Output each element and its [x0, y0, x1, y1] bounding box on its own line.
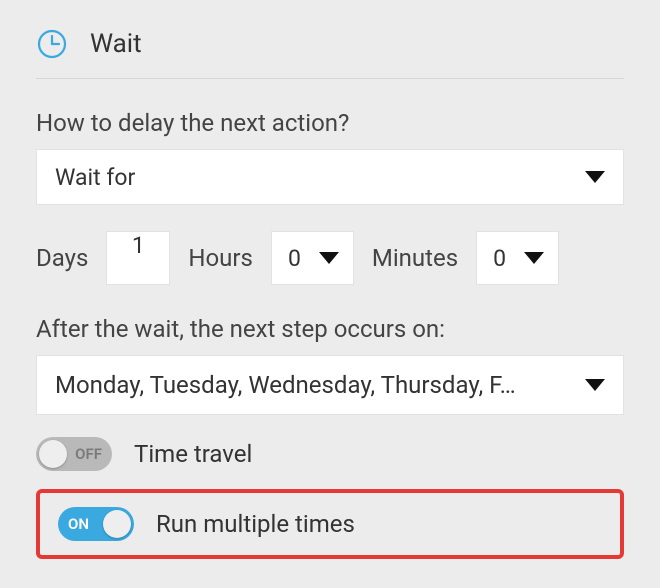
run-multiple-highlight: ON Run multiple times	[36, 489, 624, 559]
toggle-knob	[39, 440, 67, 468]
chevron-down-icon	[319, 252, 339, 264]
run-multiple-row: ON Run multiple times	[58, 507, 602, 541]
time-row: Days 1 Hours 0 Minutes 0	[36, 231, 624, 285]
delay-mode-select[interactable]: Wait for	[36, 149, 624, 205]
days-select[interactable]: Monday, Tuesday, Wednesday, Thursday, F…	[36, 355, 624, 415]
minutes-label: Minutes	[372, 244, 458, 272]
time-travel-row: OFF Time travel	[36, 437, 624, 471]
days-label: Days	[36, 244, 88, 272]
delay-question-label: How to delay the next action?	[36, 109, 624, 137]
chevron-down-icon	[524, 252, 544, 264]
chevron-down-icon	[585, 171, 605, 183]
toggle-state-text: ON	[68, 515, 89, 533]
time-travel-toggle[interactable]: OFF	[36, 437, 112, 471]
hours-label: Hours	[188, 244, 253, 272]
delay-mode-value: Wait for	[55, 164, 135, 191]
minutes-select[interactable]: 0	[476, 231, 559, 285]
days-input[interactable]: 1	[106, 231, 170, 285]
chevron-down-icon	[585, 379, 605, 391]
toggle-state-text: OFF	[75, 445, 102, 463]
time-travel-label: Time travel	[134, 440, 252, 468]
run-multiple-toggle[interactable]: ON	[58, 507, 134, 541]
toggle-knob	[103, 510, 131, 538]
after-wait-label: After the wait, the next step occurs on:	[36, 315, 624, 343]
days-value: 1	[132, 232, 145, 259]
panel-title: Wait	[90, 29, 142, 59]
minutes-value: 0	[493, 245, 506, 272]
hours-value: 0	[288, 245, 301, 272]
hours-select[interactable]: 0	[271, 231, 354, 285]
days-select-value: Monday, Tuesday, Wednesday, Thursday, F…	[55, 371, 585, 399]
run-multiple-label: Run multiple times	[156, 510, 355, 538]
clock-icon	[36, 28, 68, 60]
panel-header: Wait	[36, 28, 624, 79]
